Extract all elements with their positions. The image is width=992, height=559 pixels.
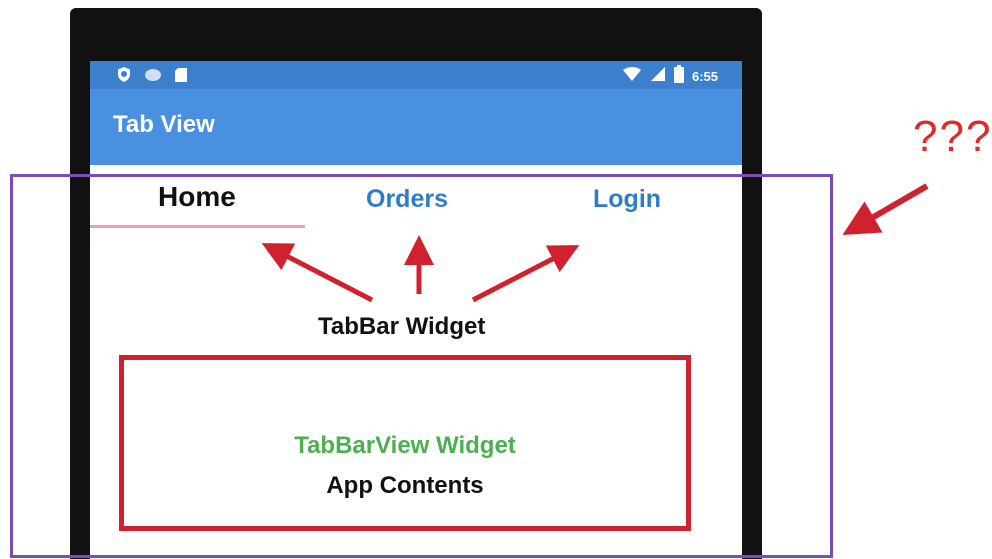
illustration-canvas: 6:55 Tab View Home Orders Login TabBar W… — [0, 0, 992, 559]
arrow-to-frame — [842, 183, 929, 236]
arrow-to-home — [261, 243, 374, 303]
question-marks: ??? — [913, 112, 992, 161]
arrow-to-login — [471, 245, 580, 303]
arrows-overlay — [261, 183, 929, 303]
